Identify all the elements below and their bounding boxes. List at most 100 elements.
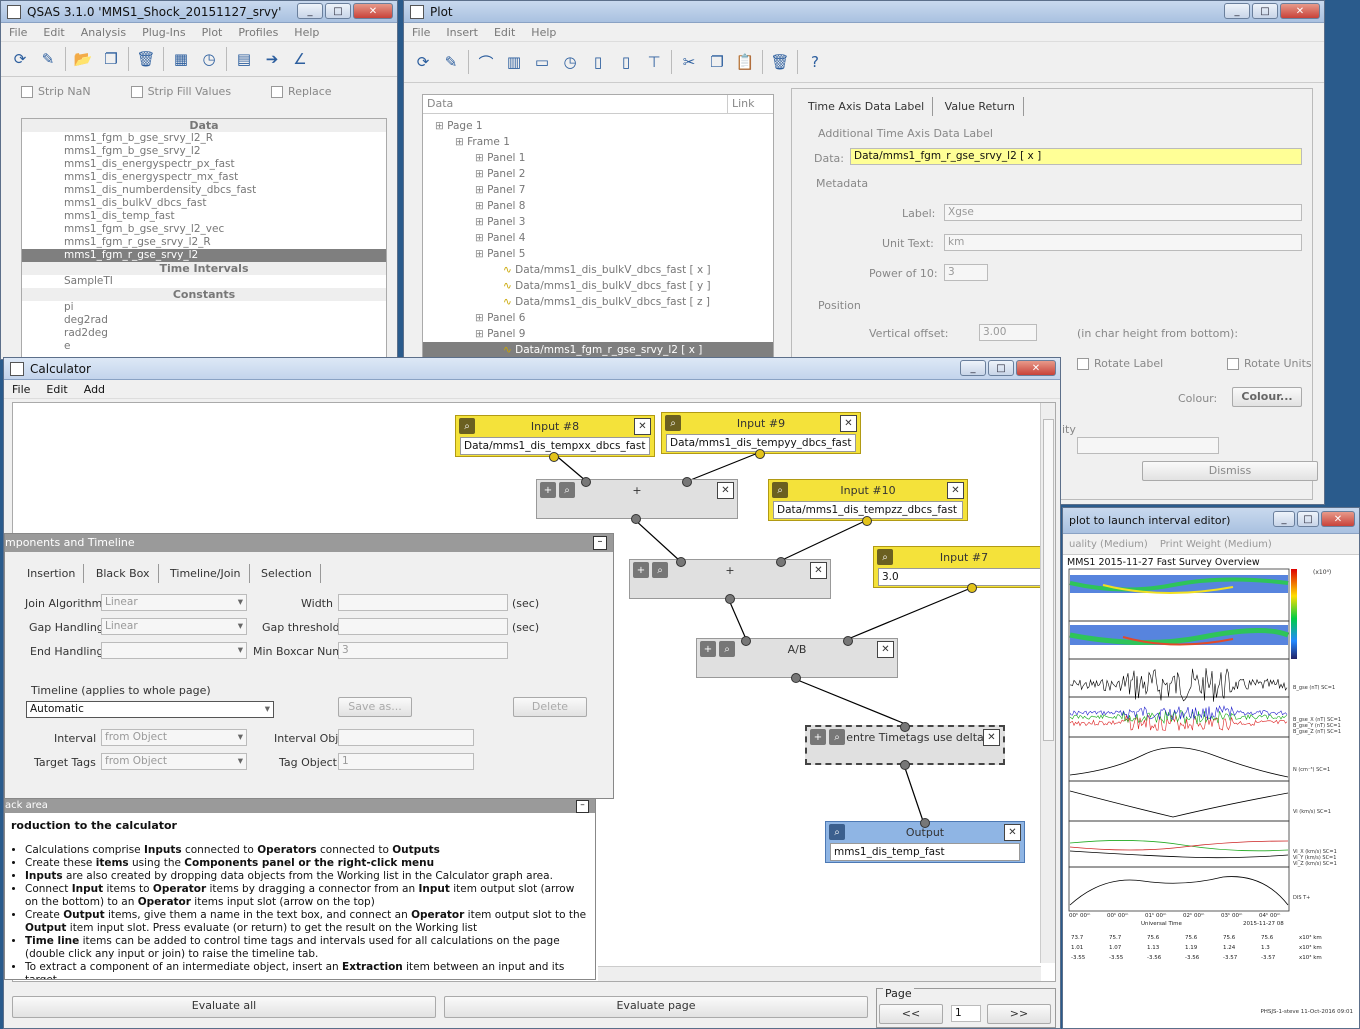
constants-header[interactable]: Constants (22, 288, 386, 301)
expand-icon[interactable]: ⊞ (475, 184, 487, 196)
horizontal-scrollbar[interactable] (598, 966, 1041, 981)
add-icon[interactable]: + (633, 562, 649, 578)
collapse-icon[interactable]: – (593, 536, 607, 550)
expand-icon[interactable]: ⊞ (475, 328, 487, 340)
close-icon[interactable]: ✕ (634, 418, 651, 435)
minimize-button[interactable]: _ (1273, 511, 1295, 527)
input-node-7[interactable]: ⌕ Input #7 3.0 (873, 546, 1055, 593)
menu-add[interactable]: Add (84, 383, 105, 396)
menu-file[interactable]: File (12, 383, 30, 396)
list-item[interactable]: mms1_dis_bulkV_dbcs_fast (22, 197, 386, 210)
tree-item[interactable]: ⊞ Panel 7 (423, 182, 773, 198)
page-icon[interactable]: ▭ (531, 51, 553, 73)
input-slot[interactable] (920, 818, 930, 828)
close-icon[interactable]: ✕ (877, 641, 894, 658)
input-slot[interactable] (776, 557, 786, 567)
plot-tree[interactable]: Data Link ⊞ Page 1 ⊞ Frame 1 ⊞ Panel 1 ⊞ Pa… (422, 94, 774, 366)
clock-icon[interactable]: ◷ (559, 51, 581, 73)
film-icon[interactable]: ▦ (170, 48, 192, 70)
output-slot[interactable] (549, 452, 559, 462)
time-intervals-header[interactable]: Time Intervals (22, 262, 386, 275)
menu-plot[interactable]: Plot (202, 26, 223, 39)
tree-item[interactable]: ⊞ Panel 3 (423, 214, 773, 230)
maximize-button[interactable]: □ (325, 3, 351, 19)
interval-obj-field[interactable] (338, 729, 474, 746)
refresh-icon[interactable]: ⟳ (9, 48, 31, 70)
label-icon[interactable]: ⊤ (643, 51, 665, 73)
close-button[interactable]: ✕ (1016, 360, 1056, 376)
plotview-titlebar[interactable]: plot to launch interval editor) _ □ ✕ (1063, 508, 1359, 534)
list-item[interactable]: mms1_dis_temp_fast (22, 210, 386, 223)
menu-edit[interactable]: Edit (46, 383, 67, 396)
input-field[interactable]: 3.0 (878, 568, 1050, 586)
inspect-icon[interactable]: ⌕ (772, 482, 788, 498)
save-as-button[interactable]: Save as... (338, 697, 412, 717)
list-item[interactable]: deg2rad (22, 314, 386, 327)
vertical-scrollbar[interactable] (1040, 403, 1055, 963)
trash-icon[interactable]: 🗑 (135, 48, 157, 70)
minimize-button[interactable]: _ (297, 3, 323, 19)
spectrogram-icon[interactable]: ▥ (503, 51, 525, 73)
rotate-units-checkbox[interactable]: Rotate Units (1227, 357, 1312, 370)
input-node-8[interactable]: ⌕ Input #8 ✕ Data/mms1_dis_tempxx_dbcs_fas… (455, 415, 655, 462)
boxcar-field[interactable]: 3 (338, 642, 508, 659)
copy-icon[interactable]: ❐ (100, 48, 122, 70)
maximize-button[interactable]: □ (988, 360, 1014, 376)
plot-canvas[interactable]: MMS1 2015-11-27 Fast Survey Overview (x1… (1063, 555, 1359, 1028)
column-data[interactable]: Data (423, 95, 728, 113)
copy-icon[interactable]: ❐ (706, 51, 728, 73)
expand-icon[interactable]: ⊞ (475, 216, 487, 228)
menu-file[interactable]: File (9, 26, 27, 39)
tree-item[interactable]: ⊞ Panel 9 (423, 326, 773, 342)
tree-item[interactable]: ∿ Data/mms1_dis_bulkV_dbcs_fast [ y ] (423, 278, 773, 294)
close-icon[interactable]: ✕ (717, 482, 734, 499)
gap-handling-select[interactable]: Linear (101, 618, 247, 635)
target-tags-select[interactable]: from Object (101, 753, 247, 770)
inspect-icon[interactable]: ⌕ (665, 415, 681, 431)
tab-timeline-join[interactable]: Timeline/Join (162, 564, 250, 583)
arrow-icon[interactable]: ➔ (261, 48, 283, 70)
maximize-button[interactable]: □ (1297, 511, 1319, 527)
power-spinner[interactable]: 3 (944, 264, 988, 281)
inspect-icon[interactable]: ⌕ (459, 418, 475, 434)
working-list[interactable]: Data mms1_fgm_b_gse_srvy_l2_R mms1_fgm_b_… (21, 118, 387, 359)
input-slot[interactable] (676, 557, 686, 567)
close-icon[interactable]: ✕ (810, 562, 827, 579)
tree-item[interactable]: ⊞ Panel 4 (423, 230, 773, 246)
expand-icon[interactable]: ⊞ (475, 168, 487, 180)
line-icon[interactable]: ⌒ (475, 51, 497, 73)
input-node-10[interactable]: ⌕ Input #10 ✕ Data/mms1_dis_tempzz_dbcs_fa… (768, 479, 968, 526)
minimize-button[interactable]: _ (960, 360, 986, 376)
list-item[interactable]: SampleTI (22, 275, 386, 288)
expand-icon[interactable]: ⊞ (475, 152, 487, 164)
list-item[interactable]: rad2deg (22, 327, 386, 340)
cut-icon[interactable]: ✂ (678, 51, 700, 73)
operator-node-plus-1[interactable]: + ⌕ + ✕ (536, 477, 738, 524)
list-item[interactable]: mms1_dis_numberdensity_dbcs_fast (22, 184, 386, 197)
close-icon[interactable]: ✕ (1004, 824, 1021, 841)
menu-analysis[interactable]: Analysis (81, 26, 126, 39)
tree-item[interactable]: ∿ Data/mms1_fgm_r_gse_srvy_l2 [ x ] (423, 342, 773, 358)
evaluate-page-button[interactable]: Evaluate page (444, 996, 868, 1018)
plot-titlebar[interactable]: Plot _ □ ✕ (404, 1, 1324, 23)
menu-edit[interactable]: Edit (43, 26, 64, 39)
close-button[interactable]: ✕ (1280, 3, 1320, 19)
add-icon[interactable]: + (700, 641, 716, 657)
output-node[interactable]: ⌕ Output ✕ mms1_dis_temp_fast (825, 818, 1025, 863)
close-icon[interactable]: ✕ (840, 415, 857, 432)
interval-select[interactable]: from Object (101, 729, 247, 746)
voffset-spinner[interactable]: 3.00 (979, 324, 1037, 341)
menu-profiles[interactable]: Profiles (238, 26, 278, 39)
help-icon[interactable]: ? (804, 51, 826, 73)
close-button[interactable]: ✕ (1321, 511, 1355, 527)
list-item[interactable]: mms1_fgm_b_gse_srvy_l2 (22, 145, 386, 158)
replace-checkbox[interactable]: Replace (271, 85, 332, 98)
menu-file[interactable]: File (412, 26, 430, 39)
add-icon[interactable]: + (540, 482, 556, 498)
join-algorithm-select[interactable]: Linear (101, 594, 247, 611)
colour-button[interactable]: Colour... (1232, 387, 1302, 407)
inspect-icon[interactable]: ⌕ (719, 641, 735, 657)
close-icon[interactable]: ✕ (947, 482, 964, 499)
list-item[interactable]: mms1_fgm_r_gse_srvy_l2_R (22, 236, 386, 249)
output-slot[interactable] (900, 760, 910, 770)
